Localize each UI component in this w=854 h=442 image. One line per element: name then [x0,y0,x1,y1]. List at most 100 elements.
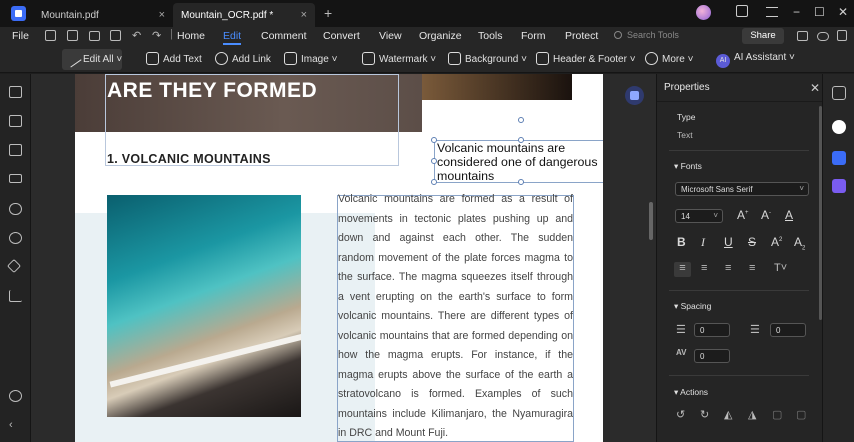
ai-summary-float-button[interactable] [625,86,644,105]
increase-font-icon[interactable]: A+ [737,208,749,222]
search-tools-input[interactable]: Search Tools [614,30,724,44]
document-scrollbar[interactable] [649,202,653,240]
section-heading[interactable]: 1. VOLCANIC MOUNTAINS [107,152,271,166]
rotate-right-icon[interactable]: ↻ [700,408,709,421]
layers-icon[interactable] [6,258,22,274]
line-spacing-input[interactable]: 0 [694,323,730,337]
notification-icon[interactable] [736,5,748,17]
resize-handle-top[interactable] [518,137,524,143]
paragraph-spacing-input[interactable]: 0 [770,323,806,337]
body-paragraph[interactable]: Volcanic mountains are formed as a resul… [338,190,573,442]
flip-vertical-icon[interactable]: ◮ [748,408,756,421]
watermark-button[interactable]: Watermark ˅ [362,52,436,65]
close-panel-icon[interactable]: ✕ [810,81,820,95]
menu-file[interactable]: File [12,30,29,42]
font-color-icon[interactable]: A [785,208,793,222]
properties-toggle-icon[interactable] [832,86,846,100]
redo-icon[interactable]: ↷ [152,29,161,42]
edit-all-button[interactable]: Edit All ˅ [63,49,122,68]
align-justify-icon[interactable]: ≡ [749,262,755,274]
character-spacing-input[interactable]: 0 [694,349,730,363]
bookmark-icon[interactable] [9,115,22,127]
undo-icon[interactable]: ↶ [132,29,141,42]
close-tab-icon[interactable]: × [301,9,307,21]
background-button[interactable]: Background ˅ [448,52,527,65]
menu-tools[interactable]: Tools [478,30,503,42]
resize-handle-left[interactable] [431,158,437,164]
fonts-section[interactable]: ▾ Fonts [674,161,702,172]
decrease-font-icon[interactable]: A- [761,208,771,222]
chat-icon[interactable] [797,31,808,41]
tab-mountain-ocr-pdf[interactable]: Mountain_OCR.pdf * × [173,3,315,27]
new-tab-button[interactable]: + [324,5,332,21]
strikethrough-icon[interactable]: S [748,235,756,249]
header-footer-icon [536,52,549,65]
volcanic-lake-photo[interactable] [107,195,301,417]
close-window-button[interactable]: ✕ [838,5,848,19]
grammar-check-icon[interactable] [832,179,846,193]
page-thumbnail-icon[interactable] [9,86,22,98]
header-footer-button[interactable]: Header & Footer ˅ [536,52,636,65]
help-icon[interactable] [9,390,22,402]
font-family-select[interactable]: Microsoft Sans Serif ˅ [675,182,809,196]
align-left-icon[interactable]: ≡ [674,262,691,277]
folder-icon[interactable] [45,30,56,41]
rotate-left-icon[interactable]: ↺ [676,408,685,421]
image-button[interactable]: Image ˅ [284,52,337,65]
menu-convert[interactable]: Convert [323,30,360,42]
ai-chat-icon[interactable] [832,120,846,134]
rotate-handle[interactable] [518,117,524,123]
print-icon[interactable] [89,31,100,41]
collapse-toolbar-icon[interactable] [837,30,847,41]
menu-edit[interactable]: Edit [223,30,242,45]
comment-icon[interactable] [9,144,22,156]
menu-comment[interactable]: Comment [261,30,307,42]
resize-handle-bottom[interactable] [518,179,524,185]
layers-list-icon[interactable] [9,174,22,183]
actions-label: Actions [680,387,709,397]
underline-icon[interactable]: U [724,235,733,249]
share-button[interactable]: Share [742,28,784,44]
ai-assistant-button[interactable]: AI AI Assistant ˅ [716,52,795,68]
save-icon[interactable] [67,30,78,41]
hamburger-menu-icon[interactable] [766,7,778,17]
signature-icon[interactable] [9,290,22,302]
translate-icon[interactable] [832,151,846,165]
italic-icon[interactable]: I [701,235,705,250]
menu-organize[interactable]: Organize [419,30,462,42]
menu-view[interactable]: View [379,30,402,42]
attachment-icon[interactable] [9,203,22,215]
background-icon [448,52,461,65]
bold-icon[interactable]: B [677,235,686,249]
superscript-icon[interactable]: A2 [771,235,782,249]
replace-icon[interactable]: ▢ [796,408,806,421]
menu-home[interactable]: Home [177,30,205,42]
callout-text[interactable]: Volcanic mountains are considered one of… [437,141,603,183]
add-text-button[interactable]: Add Text [146,52,202,65]
align-center-icon[interactable]: ≡ [701,262,707,274]
minimize-button[interactable]: − [793,5,800,19]
actions-section[interactable]: ▾ Actions [674,387,708,398]
search-icon[interactable] [9,232,22,244]
resize-handle-bottom-left[interactable] [431,179,437,185]
collapse-sidebar-icon[interactable]: ‹ [9,420,22,432]
menu-protect[interactable]: Protect [565,30,598,42]
align-right-icon[interactable]: ≡ [725,262,731,274]
character-spacing-value: 0 [700,352,705,361]
flip-horizontal-icon[interactable]: ◭ [724,408,732,421]
text-direction-icon[interactable]: T˅ [774,262,787,274]
cloud-upload-icon[interactable] [817,32,829,41]
avatar[interactable] [696,5,711,20]
tab-mountain-pdf[interactable]: Mountain.pdf × [33,3,173,27]
spacing-section[interactable]: ▾ Spacing [674,301,711,312]
email-icon[interactable] [110,30,121,41]
close-tab-icon[interactable]: × [159,9,165,21]
font-size-select[interactable]: 14 ˅ [675,209,723,223]
maximize-button[interactable]: ☐ [814,5,825,19]
menu-form[interactable]: Form [521,30,546,42]
resize-handle-top-left[interactable] [431,137,437,143]
crop-icon[interactable]: ▢ [772,408,782,421]
subscript-icon[interactable]: A2 [794,235,805,251]
more-button[interactable]: More ˅ [645,52,693,65]
add-link-button[interactable]: Add Link [215,52,271,65]
